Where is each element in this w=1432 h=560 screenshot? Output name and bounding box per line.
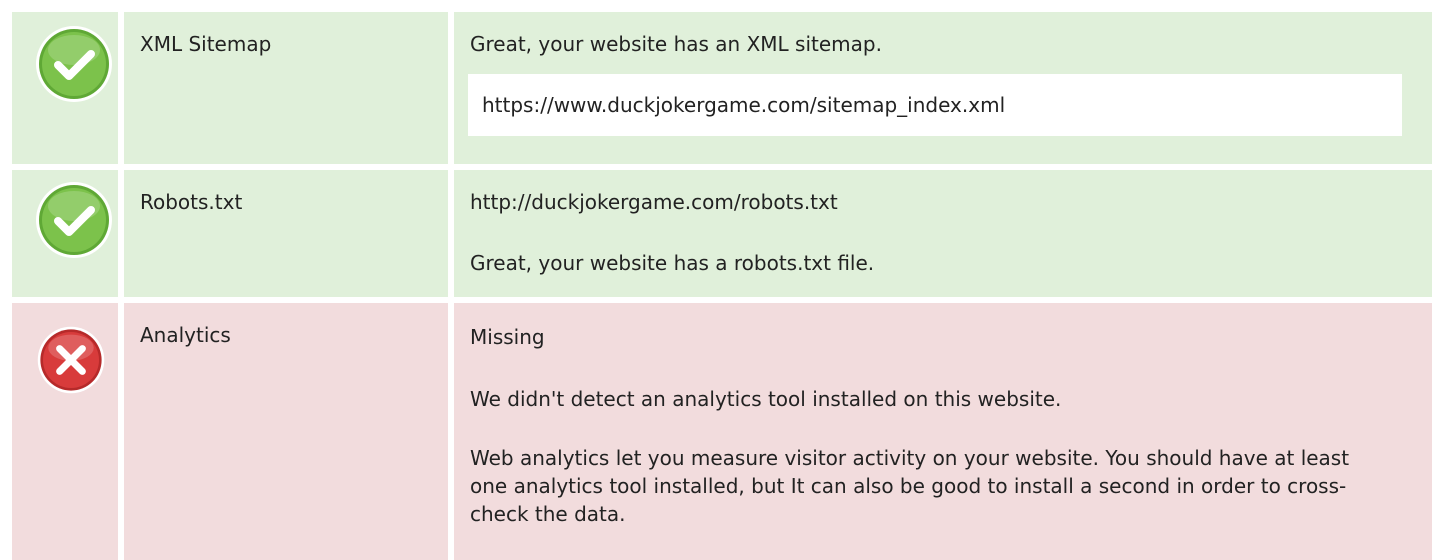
check-label: Analytics xyxy=(140,323,231,347)
status-cell xyxy=(12,303,118,560)
sitemap-url: https://www.duckjokergame.com/sitemap_in… xyxy=(482,93,1006,117)
check-row-robots-txt: Robots.txt http://duckjokergame.com/robo… xyxy=(0,170,1432,297)
check-label: XML Sitemap xyxy=(140,32,272,56)
label-cell: Robots.txt xyxy=(124,170,448,297)
check-result: Missing xyxy=(470,325,545,349)
check-advice: Web analytics let you measure visitor ac… xyxy=(470,446,1350,526)
check-circle-icon xyxy=(36,182,112,258)
robots-url: http://duckjokergame.com/robots.txt xyxy=(470,190,838,214)
label-cell: XML Sitemap xyxy=(124,12,448,164)
label-cell: Analytics xyxy=(124,303,448,560)
check-message: Great, your website has an XML sitemap. xyxy=(470,32,882,56)
check-row-analytics: Analytics Missing We didn't detect an an… xyxy=(0,303,1432,560)
check-circle-icon xyxy=(36,26,112,102)
seo-report: XML Sitemap Great, your website has an X… xyxy=(0,0,1432,560)
content-cell: Great, your website has an XML sitemap. … xyxy=(454,12,1432,164)
status-cell xyxy=(12,12,118,164)
error-circle-icon xyxy=(37,326,105,394)
check-message: Great, your website has a robots.txt fil… xyxy=(470,251,875,275)
content-cell: Missing We didn't detect an analytics to… xyxy=(454,303,1432,560)
check-label: Robots.txt xyxy=(140,190,243,214)
check-row-xml-sitemap: XML Sitemap Great, your website has an X… xyxy=(0,12,1432,164)
check-message: We didn't detect an analytics tool insta… xyxy=(470,387,1062,411)
status-cell xyxy=(12,170,118,297)
sitemap-url-box: https://www.duckjokergame.com/sitemap_in… xyxy=(468,74,1402,136)
content-cell: http://duckjokergame.com/robots.txt Grea… xyxy=(454,170,1432,297)
